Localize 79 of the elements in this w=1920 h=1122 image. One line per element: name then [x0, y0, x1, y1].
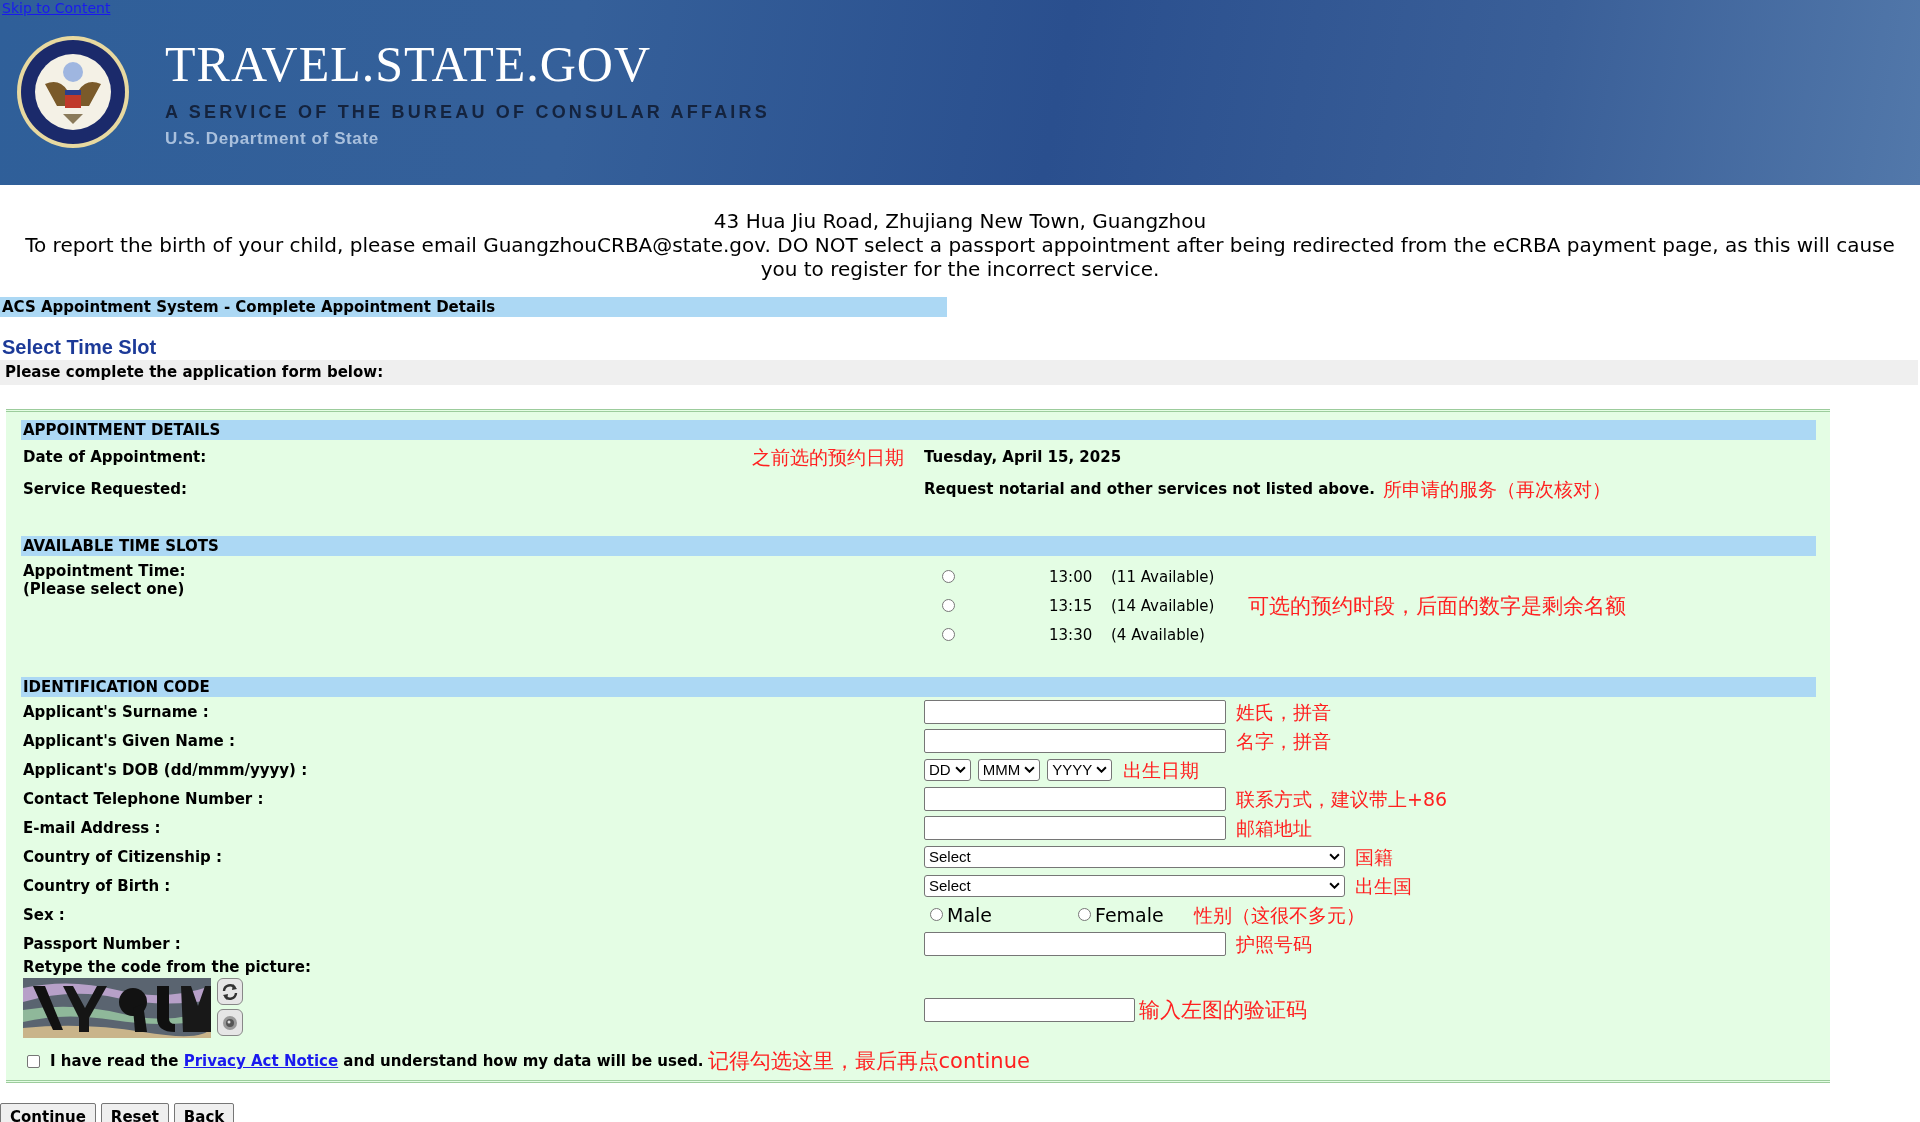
chevron-icon	[1096, 766, 1108, 773]
field-label: Passport Number :	[23, 934, 181, 953]
slot-time: 13:00	[1049, 567, 1094, 586]
instructions-bar: Please complete the application form below:	[0, 360, 1918, 385]
form-button[interactable]: Continue	[0, 1103, 96, 1122]
captcha-input-field[interactable]	[924, 998, 1135, 1022]
chevron-icon	[1024, 766, 1036, 773]
annotation-note: 名字，拼音	[1236, 728, 1331, 753]
site-tagline: A SERVICE OF THE BUREAU OF CONSULAR AFFAIRS	[165, 102, 770, 123]
option-label: Male	[947, 903, 992, 926]
field-value: Request notarial and other services not listed above.	[924, 480, 1375, 498]
input-field[interactable]	[924, 931, 1226, 956]
field-label: Country of Citizenship :	[23, 847, 223, 866]
form-button[interactable]: Reset	[100, 1103, 169, 1122]
field-value: Tuesday, April 15, 2025	[924, 448, 1122, 466]
chevron-icon	[1329, 882, 1340, 889]
field-label: Sex :	[23, 905, 65, 924]
annotation-note: 记得勾选这里，最后再点continue	[707, 1049, 1030, 1073]
dropdown[interactable]: DD	[924, 758, 971, 781]
radio-button[interactable]	[942, 570, 955, 583]
radio-button[interactable]	[1078, 908, 1091, 921]
slot-availability: (4 Available)	[1111, 625, 1205, 644]
consent-statement: I have read the Privacy Act Notice and understand how my data will be used.	[50, 1052, 704, 1070]
chevron-icon	[954, 766, 966, 773]
annotation-note: 护照号码	[1236, 931, 1312, 956]
field-label: Contact Telephone Number :	[23, 789, 264, 808]
annotation-note: 出生国	[1355, 873, 1412, 898]
refresh-icon[interactable]	[217, 978, 243, 1005]
annotation-note: 国籍	[1355, 844, 1393, 869]
radio-button[interactable]	[930, 908, 943, 921]
field-label: Appointment Time:	[23, 562, 186, 580]
field-label: Country of Birth :	[23, 876, 171, 895]
slot-time: 13:15	[1049, 596, 1094, 615]
input-field[interactable]	[924, 815, 1226, 840]
dropdown[interactable]: YYYY	[1047, 758, 1113, 781]
checkbox[interactable]	[27, 1054, 40, 1068]
page-heading: Select Time Slot	[1, 335, 158, 359]
input-field[interactable]	[924, 786, 1226, 811]
input-field[interactable]	[924, 728, 1226, 753]
field-label: E-mail Address :	[23, 818, 161, 837]
annotation-note: 邮箱地址	[1236, 815, 1312, 840]
section-heading: IDENTIFICATION CODE	[21, 677, 1816, 697]
slot-availability: (11 Available)	[1111, 567, 1215, 586]
field-label: Applicant's Given Name :	[23, 731, 235, 750]
section-heading: APPOINTMENT DETAILS	[21, 420, 1816, 440]
dropdown[interactable]: Select	[924, 845, 1345, 868]
consulate-address: 43 Hua Jiu Road, Zhujiang New Town, Guangzhou	[712, 209, 1208, 233]
annotation-note: 联系方式，建议带上+86	[1236, 786, 1448, 811]
speaker-icon[interactable]	[217, 1009, 243, 1036]
annotation-note: 姓氏，拼音	[1236, 699, 1331, 724]
annotation-note: 之前选的预约日期	[752, 445, 904, 469]
dropdown[interactable]: MMM	[977, 758, 1041, 781]
field-label: Applicant's DOB (dd/mmm/yyyy) :	[23, 760, 308, 779]
annotation-note: 输入左图的验证码	[1139, 998, 1307, 1022]
option-label: Female	[1095, 903, 1164, 926]
input-field[interactable]	[924, 699, 1226, 724]
field-hint: (Please select one)	[23, 580, 185, 598]
slot-availability: (14 Available)	[1111, 596, 1215, 615]
field-label: Service Requested:	[23, 480, 187, 498]
privacy-notice-link[interactable]: Privacy Act Notice	[183, 1052, 339, 1070]
site-title: TRAVEL.STATE.GOV	[165, 36, 653, 92]
dropdown[interactable]: Select	[924, 874, 1345, 897]
annotation-note: 出生日期	[1123, 757, 1200, 782]
system-title-bar: ACS Appointment System - Complete Appointment Details	[0, 297, 947, 317]
chevron-icon	[1329, 853, 1340, 860]
radio-button[interactable]	[942, 628, 955, 641]
annotation-note: 性别（这很不多元）	[1194, 902, 1365, 927]
notice-message: To report the birth of your child, please email GuangzhouCRBA@state.gov. DO NOT select a passport appointment after being redirected from the eCRBA payment page, as this will cause you to register for the incorrect service.	[24, 233, 1896, 281]
field-label: Applicant's Surname :	[23, 702, 209, 721]
radio-button[interactable]	[942, 599, 955, 612]
seal-icon	[15, 34, 131, 150]
department-name: U.S. Department of State	[165, 129, 380, 149]
form-button[interactable]: Back	[173, 1103, 235, 1122]
slot-time: 13:30	[1049, 625, 1094, 644]
field-label: Retype the code from the picture:	[23, 958, 311, 976]
section-heading: AVAILABLE TIME SLOTS	[21, 536, 1816, 556]
annotation-note: 可选的预约时段，后面的数字是剩余名额	[1248, 593, 1627, 618]
annotation-note: 所申请的服务（再次核对）	[1383, 477, 1611, 501]
field-label: Date of Appointment:	[23, 448, 207, 466]
